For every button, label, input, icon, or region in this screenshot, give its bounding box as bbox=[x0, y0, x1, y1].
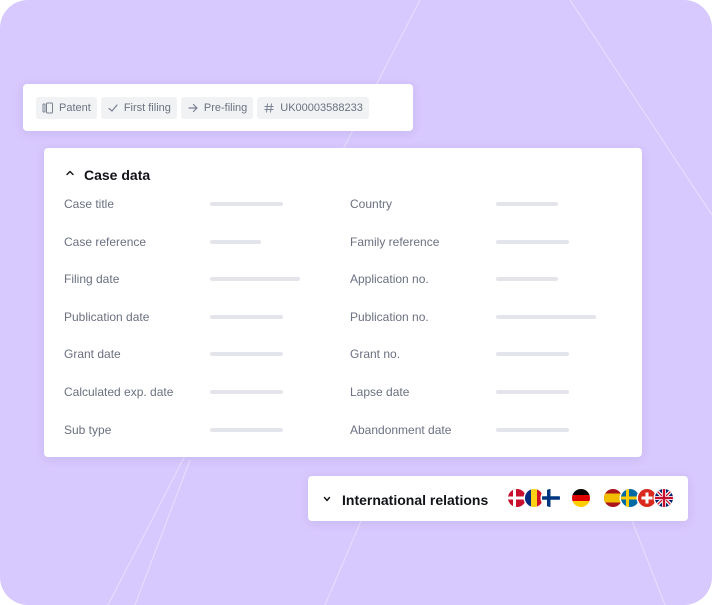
field-label-grant-no: Grant no. bbox=[350, 347, 401, 361]
field-label-family-reference: Family reference bbox=[350, 235, 440, 249]
field-value-placeholder bbox=[496, 315, 596, 319]
chevron-down-icon bbox=[322, 491, 332, 509]
field-value-placeholder bbox=[210, 277, 300, 281]
field-label-country: Country bbox=[350, 197, 393, 211]
international-relations-toggle[interactable]: International relations bbox=[322, 491, 488, 509]
tag-pre-filing[interactable]: Pre-filing bbox=[180, 96, 254, 119]
field-value-placeholder bbox=[496, 428, 569, 432]
arrow-right-icon bbox=[187, 102, 199, 114]
tag-patent[interactable]: Patent bbox=[36, 96, 97, 119]
field-value-placeholder bbox=[496, 390, 569, 394]
tag-label: UK00003588233 bbox=[280, 101, 363, 114]
hash-icon bbox=[263, 102, 275, 114]
case-data-panel: Case data Case title Case reference Fili… bbox=[44, 148, 642, 457]
field-label-calculated-exp-date: Calculated exp. date bbox=[64, 385, 174, 399]
breadcrumb: Patent First filing Pre-filing UK0000358… bbox=[23, 84, 413, 131]
field-value-placeholder bbox=[496, 277, 558, 281]
field-label-sub-type: Sub type bbox=[64, 423, 112, 437]
spain-flag-icon[interactable] bbox=[604, 489, 622, 507]
field-value-placeholder bbox=[496, 202, 558, 206]
chevron-up-icon bbox=[64, 166, 76, 184]
switzerland-flag-icon[interactable] bbox=[638, 489, 656, 507]
field-value-placeholder bbox=[210, 202, 283, 206]
case-data-title: Case data bbox=[84, 167, 151, 183]
international-relations-title: International relations bbox=[342, 492, 489, 508]
romania-flag-icon[interactable] bbox=[525, 489, 543, 507]
tag-label: Pre-filing bbox=[203, 101, 248, 114]
finland-flag-icon[interactable] bbox=[542, 489, 560, 507]
field-value-placeholder bbox=[210, 240, 261, 244]
united-kingdom-flag-icon[interactable] bbox=[655, 489, 673, 507]
field-label-abandonment-date: Abandonment date bbox=[350, 423, 452, 437]
field-value-placeholder bbox=[210, 315, 283, 319]
field-value-placeholder bbox=[210, 352, 283, 356]
denmark-flag-icon[interactable] bbox=[508, 489, 526, 507]
check-icon bbox=[107, 102, 119, 114]
tag-label: First filing bbox=[123, 101, 171, 114]
international-relations-panel: International relations bbox=[308, 476, 688, 521]
field-label-filing-date: Filing date bbox=[64, 272, 120, 286]
field-value-placeholder bbox=[210, 390, 283, 394]
sweden-flag-icon[interactable] bbox=[621, 489, 639, 507]
field-label-grant-date: Grant date bbox=[64, 347, 121, 361]
field-label-publication-date: Publication date bbox=[64, 310, 150, 324]
field-value-placeholder bbox=[210, 428, 283, 432]
tag-first-filing[interactable]: First filing bbox=[100, 96, 177, 119]
tag-case-number[interactable]: UK00003588233 bbox=[257, 96, 369, 119]
case-data-toggle[interactable]: Case data bbox=[64, 166, 150, 184]
field-label-case-title: Case title bbox=[64, 197, 115, 211]
field-label-lapse-date: Lapse date bbox=[350, 385, 410, 399]
tag-label: Patent bbox=[59, 101, 91, 114]
field-value-placeholder bbox=[496, 352, 569, 356]
germany-flag-icon[interactable] bbox=[572, 489, 590, 507]
field-value-placeholder bbox=[496, 240, 569, 244]
field-label-application-no: Application no. bbox=[350, 272, 429, 286]
field-label-publication-no: Publication no. bbox=[350, 310, 429, 324]
document-icon bbox=[42, 102, 54, 114]
field-label-case-reference: Case reference bbox=[64, 235, 147, 249]
